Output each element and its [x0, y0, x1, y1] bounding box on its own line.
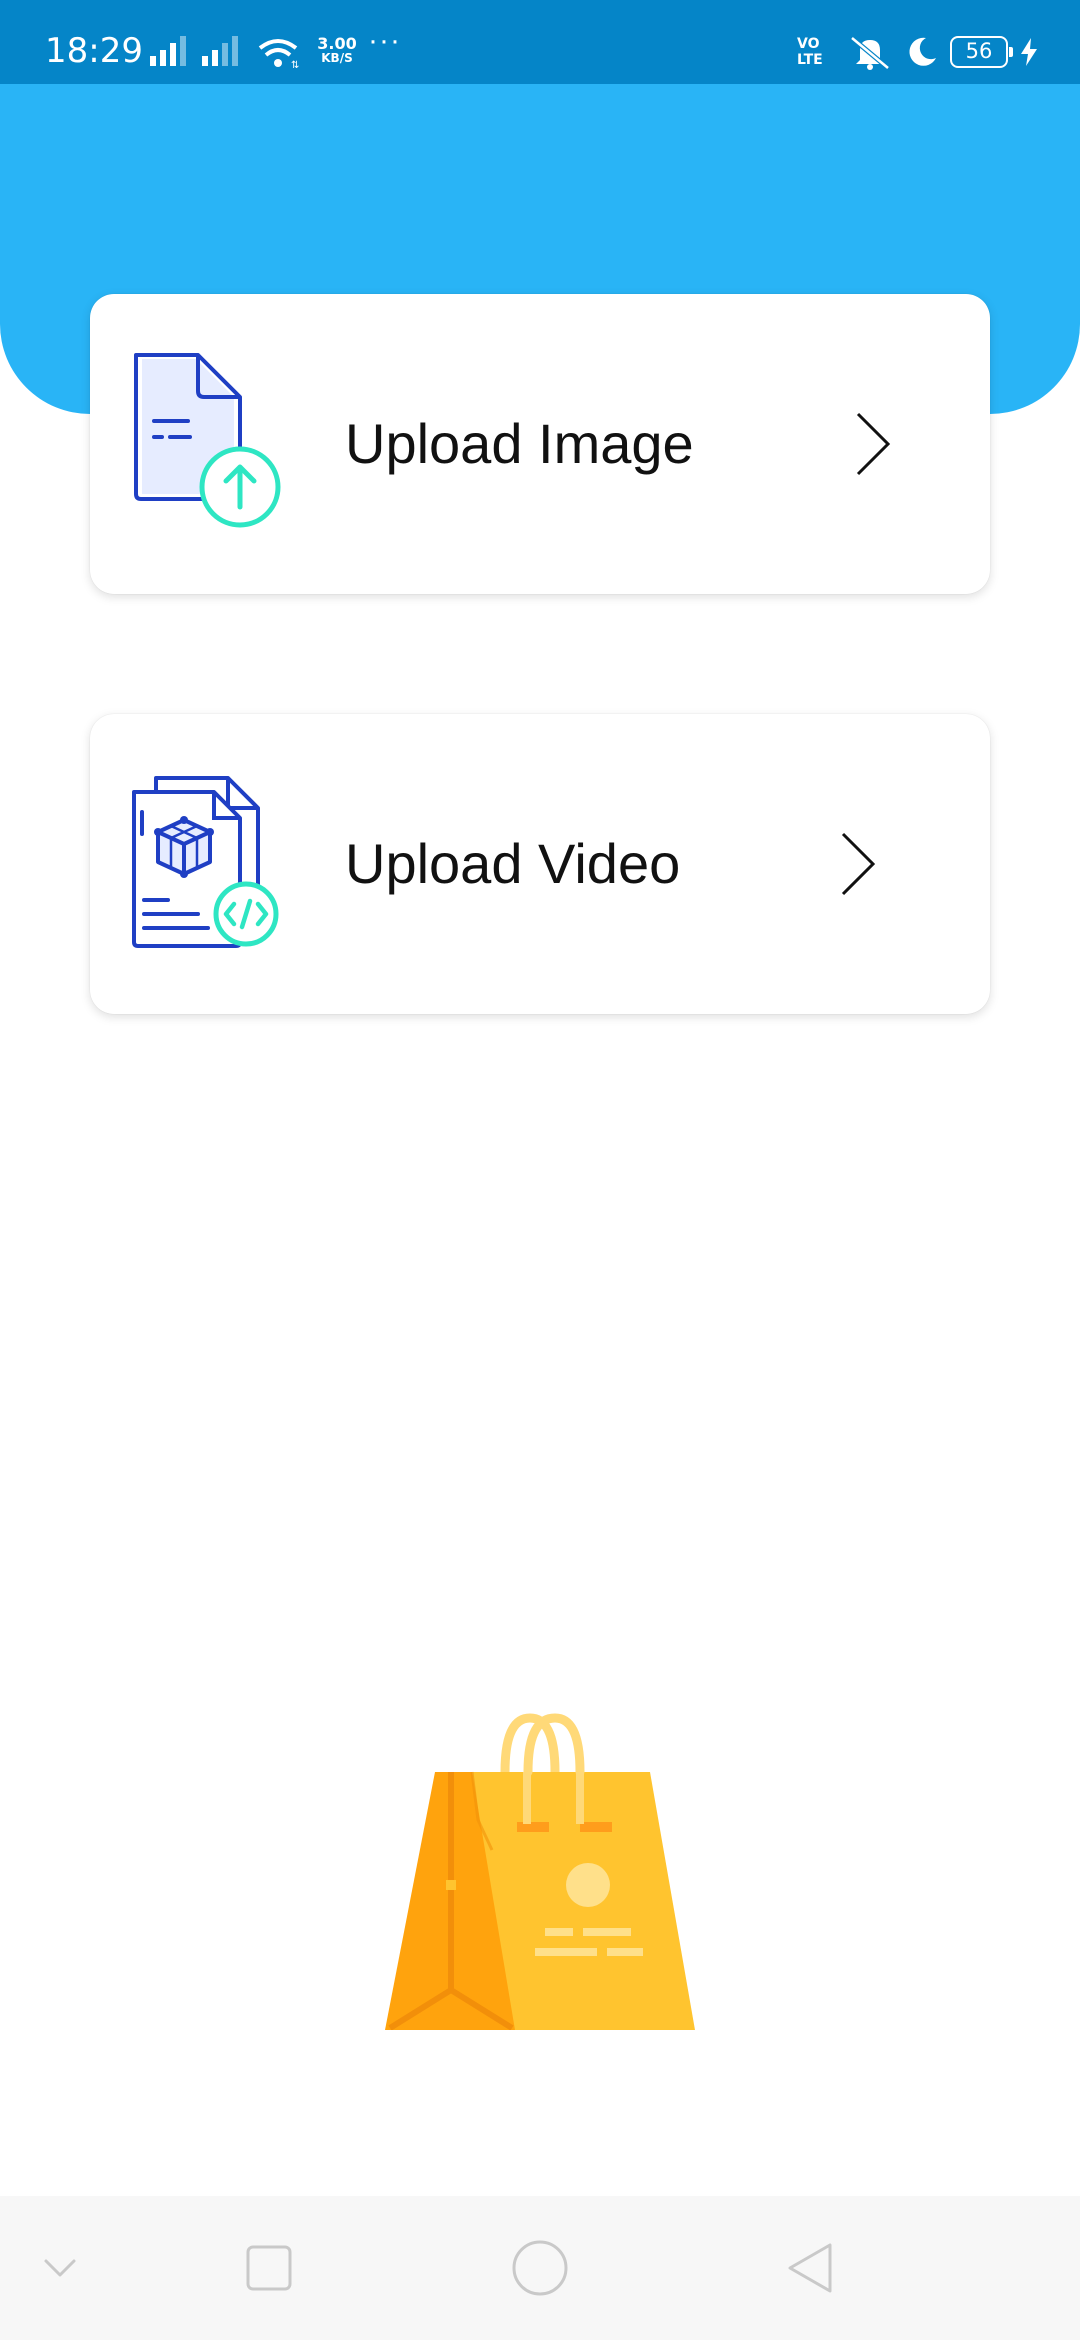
more-notifications-indicator: ··· [368, 24, 401, 57]
network-speed-unit: KB/S [321, 51, 353, 65]
network-speed: 3.00 KB/S [315, 36, 359, 66]
recents-icon [246, 2245, 292, 2291]
upload-video-card[interactable]: Upload Video [90, 714, 990, 1014]
system-nav-bar [0, 2196, 1080, 2340]
svg-text:⇅: ⇅ [291, 60, 299, 70]
upload-image-card[interactable]: Upload Image [90, 294, 990, 594]
upload-video-label: Upload Video [345, 832, 681, 895]
status-bar: 18:29 ⇅ 3.00 KB/S ··· VO LTE 56 [0, 0, 1080, 84]
status-time: 18:29 [45, 31, 143, 71]
chevron-right-icon [856, 412, 891, 476]
home-icon [512, 2240, 568, 2296]
volte-line-2: LTE [797, 52, 823, 68]
screen: 18:29 ⇅ 3.00 KB/S ··· VO LTE 56 Upload I… [0, 0, 1080, 2340]
home-button[interactable] [500, 2228, 580, 2308]
file-upload-icon [134, 353, 281, 528]
collapse-icon [44, 2259, 76, 2277]
shopping-bag-icon [385, 1713, 695, 2030]
charging-icon [1021, 38, 1037, 66]
file-code-icon [132, 776, 279, 948]
volte-line-1: VO [797, 36, 820, 52]
battery-icon: 56 [950, 36, 1013, 68]
upload-image-label: Upload Image [345, 412, 694, 475]
back-icon [788, 2243, 832, 2293]
signal-icon [202, 36, 238, 66]
battery-level: 56 [965, 39, 993, 63]
back-button[interactable] [770, 2228, 850, 2308]
volte-icon: VO LTE [797, 36, 823, 68]
recents-button[interactable] [229, 2228, 309, 2308]
chevron-right-icon [841, 832, 876, 896]
moon-icon [909, 37, 936, 66]
wifi-icon: ⇅ [258, 39, 299, 70]
network-speed-value: 3.00 [317, 34, 357, 53]
signal-icon [150, 36, 186, 66]
bell-muted-icon [850, 36, 890, 70]
collapse-button[interactable] [20, 2228, 100, 2308]
